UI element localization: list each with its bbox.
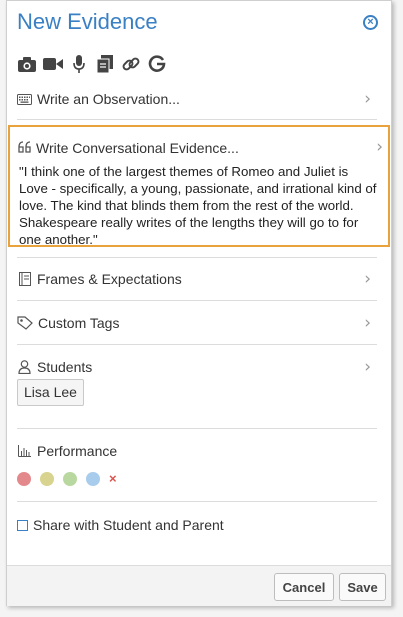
divider — [17, 428, 377, 429]
panel-title: New Evidence — [17, 9, 158, 34]
divider — [17, 300, 377, 301]
divider — [17, 257, 377, 258]
conversational-evidence-label: Write Conversational Evidence... — [36, 140, 239, 156]
performance-level-1[interactable] — [17, 471, 31, 486]
chevron-right-icon: › — [364, 89, 371, 109]
chevron-right-icon: › — [376, 137, 383, 157]
book-icon — [17, 272, 32, 286]
share-row[interactable]: Share with Student and Parent — [17, 515, 377, 535]
chevron-right-icon: › — [364, 357, 371, 377]
conversational-evidence-box[interactable]: Write Conversational Evidence... › "I th… — [8, 125, 390, 247]
divider — [17, 501, 377, 502]
quote-icon — [18, 140, 32, 156]
performance-level-4[interactable] — [86, 471, 100, 486]
cancel-button[interactable]: Cancel — [274, 573, 334, 601]
share-label: Share with Student and Parent — [33, 517, 224, 533]
document-icon[interactable] — [95, 55, 115, 73]
close-button[interactable]: × — [363, 15, 378, 30]
keyboard-icon — [17, 93, 32, 105]
performance-levels: × — [17, 471, 117, 486]
camera-icon[interactable] — [17, 55, 37, 73]
students-label: Students — [37, 359, 93, 375]
bar-chart-icon — [17, 445, 32, 457]
performance-label: Performance — [37, 443, 118, 459]
footer-bar: Cancel Save — [7, 565, 391, 606]
save-button[interactable]: Save — [339, 573, 386, 601]
share-checkbox[interactable] — [17, 519, 28, 531]
link-icon[interactable] — [121, 55, 141, 73]
performance-row: Performance — [17, 441, 377, 461]
tag-icon — [17, 316, 34, 330]
performance-level-3[interactable] — [63, 471, 77, 486]
write-observation-label: Write an Observation... — [37, 91, 180, 107]
close-icon: × — [367, 16, 374, 28]
write-observation-row[interactable]: Write an Observation... › — [17, 89, 377, 109]
frames-expectations-label: Frames & Expectations — [37, 271, 182, 287]
google-icon[interactable] — [147, 55, 167, 73]
new-evidence-panel: New Evidence × Write an Observation... › — [6, 0, 392, 606]
media-toolbar — [17, 55, 167, 73]
chevron-right-icon: › — [364, 269, 371, 289]
performance-level-2[interactable] — [40, 471, 54, 486]
custom-tags-row[interactable]: Custom Tags › — [17, 313, 377, 333]
user-icon — [17, 360, 32, 374]
frames-expectations-row[interactable]: Frames & Expectations › — [17, 269, 377, 289]
clear-performance-icon[interactable]: × — [109, 471, 117, 486]
divider — [17, 344, 377, 345]
custom-tags-label: Custom Tags — [38, 315, 120, 331]
divider — [17, 119, 377, 120]
conversational-evidence-header: Write Conversational Evidence... — [18, 140, 239, 156]
chevron-right-icon: › — [364, 313, 371, 333]
video-icon[interactable] — [43, 55, 63, 73]
microphone-icon[interactable] — [69, 55, 89, 73]
conversational-evidence-text[interactable]: "I think one of the largest themes of Ro… — [19, 163, 379, 248]
students-row[interactable]: Students › — [17, 357, 377, 377]
student-chip[interactable]: Lisa Lee — [17, 379, 84, 406]
